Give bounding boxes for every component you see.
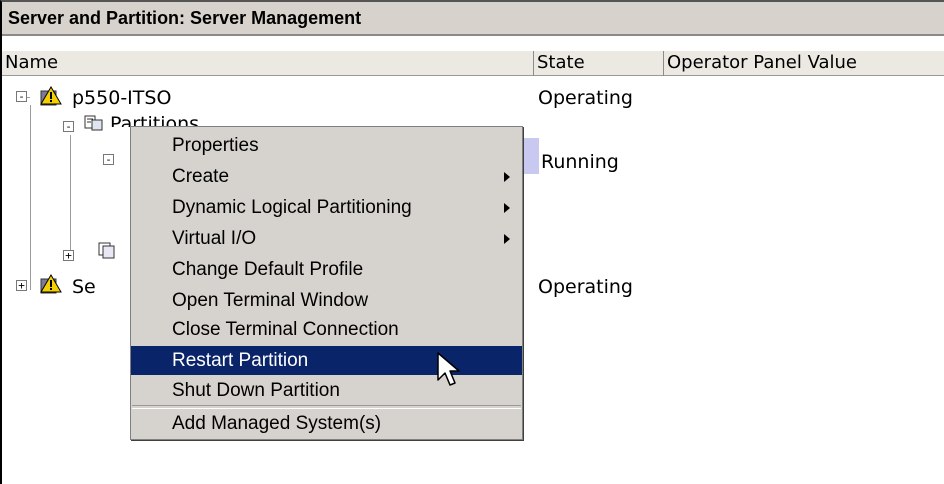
menu-item-close-terminal-connection[interactable]: Close Terminal Connection — [131, 315, 522, 344]
submenu-arrow-icon — [504, 172, 510, 182]
column-header-state[interactable]: State — [534, 51, 664, 76]
stacked-pages-icon — [98, 242, 115, 259]
tree-item-partitions[interactable]: Partitions — [110, 113, 199, 127]
expand-toggle[interactable]: + — [16, 280, 27, 291]
menu-item-create[interactable]: Create — [131, 162, 522, 191]
window-title-bar: Server and Partition: Server Management — [2, 2, 944, 36]
tree-item-server-state: Operating — [538, 87, 633, 109]
menu-item-label: Virtual I/O — [172, 228, 257, 249]
collapse-toggle[interactable]: - — [103, 154, 114, 165]
collapse-toggle[interactable]: - — [63, 121, 74, 132]
menu-item-label: Properties — [172, 135, 259, 156]
tree-item-server2-name[interactable]: Se — [72, 276, 96, 298]
warning-triangle-icon — [40, 86, 62, 106]
menu-item-shut-down-partition[interactable]: Shut Down Partition — [131, 376, 522, 405]
menu-item-dynamic-logical-partitioning[interactable]: Dynamic Logical Partitioning — [131, 193, 522, 222]
tree-line — [70, 135, 71, 255]
tree-item-server2-state: Operating — [538, 276, 633, 298]
menu-item-label: Open Terminal Window — [172, 290, 369, 311]
menu-item-virtual-io[interactable]: Virtual I/O — [131, 224, 522, 253]
menu-item-open-terminal-window[interactable]: Open Terminal Window — [131, 286, 522, 315]
submenu-arrow-icon — [504, 203, 510, 213]
expand-toggle[interactable]: + — [63, 250, 74, 261]
menu-item-label: Dynamic Logical Partitioning — [172, 197, 412, 218]
tree-item-partition-state: Running — [541, 151, 619, 173]
menu-item-label: Add Managed System(s) — [172, 413, 382, 434]
collapse-toggle[interactable]: - — [16, 91, 27, 102]
warning-triangle-icon — [40, 274, 62, 294]
window-title: Server and Partition: Server Management — [8, 8, 362, 28]
menu-item-label: Create — [172, 166, 230, 187]
menu-item-restart-partition[interactable]: Restart Partition — [131, 346, 522, 375]
column-header-row: Name State Operator Panel Value — [2, 50, 944, 76]
selected-row-highlight — [522, 138, 539, 174]
context-menu: Properties Create Dynamic Logical Partit… — [130, 126, 523, 440]
column-header-operator-panel[interactable]: Operator Panel Value — [664, 51, 944, 76]
partitions-icon — [84, 115, 103, 131]
menu-item-add-managed-systems[interactable]: Add Managed System(s) — [131, 409, 522, 438]
tree-item-server-name[interactable]: p550-ITSO — [72, 87, 171, 109]
menu-item-change-default-profile[interactable]: Change Default Profile — [131, 255, 522, 284]
submenu-arrow-icon — [504, 234, 510, 244]
menu-item-properties[interactable]: Properties — [131, 131, 522, 160]
tree-line — [30, 105, 31, 290]
menu-item-label: Shut Down Partition — [172, 380, 340, 401]
column-header-name[interactable]: Name — [2, 51, 534, 76]
mouse-pointer-icon — [437, 352, 460, 386]
menu-item-label: Restart Partition — [172, 350, 309, 371]
menu-item-label: Close Terminal Connection — [172, 319, 399, 340]
menu-item-label: Change Default Profile — [172, 259, 364, 280]
